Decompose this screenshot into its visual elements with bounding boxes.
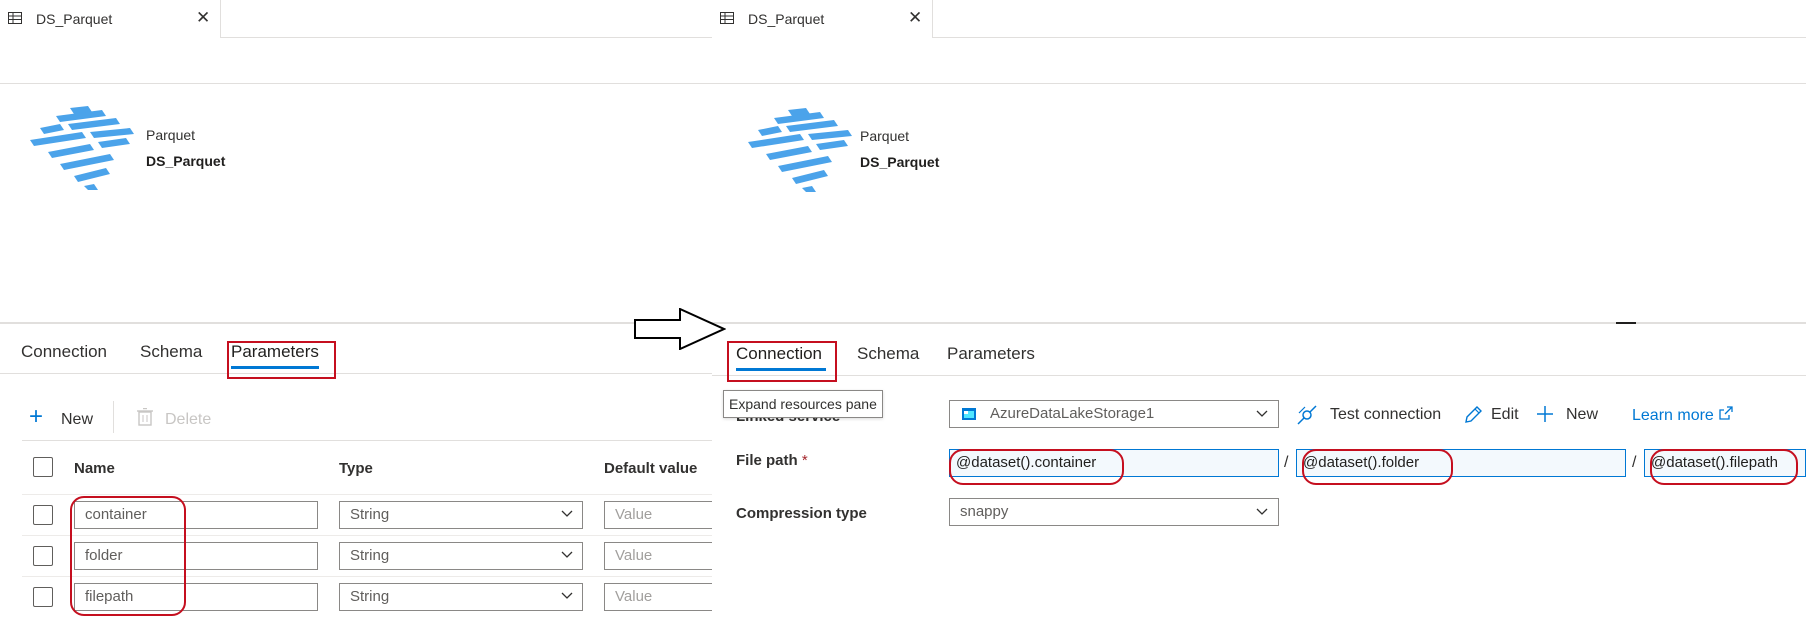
delete-icon xyxy=(137,408,153,426)
compression-type-value: snappy xyxy=(960,503,1009,520)
left-dataset-pane: DS_Parquet ✕ Parquet DS_Parquet Connecti… xyxy=(0,0,712,624)
dataset-type-label: Parquet xyxy=(146,127,196,143)
document-tab-title: DS_Parquet xyxy=(36,11,113,27)
test-connection-icon xyxy=(1297,405,1317,425)
divider xyxy=(0,83,712,84)
divider xyxy=(932,37,1806,38)
divider xyxy=(22,440,712,441)
path-separator: / xyxy=(1632,454,1637,471)
default-value-input[interactable]: Value xyxy=(604,501,712,529)
file-path-label-text: File path xyxy=(736,452,798,469)
external-link-icon xyxy=(1719,406,1733,420)
chevron-down-icon xyxy=(1256,508,1268,515)
pane-splitter[interactable] xyxy=(0,322,712,324)
default-value-input[interactable]: Value xyxy=(604,542,712,570)
divider xyxy=(712,375,1806,376)
linked-service-select[interactable]: AzureDataLakeStorage1 xyxy=(949,400,1279,428)
default-value-input[interactable]: Value xyxy=(604,583,712,611)
delete-button[interactable]: Delete xyxy=(165,411,211,429)
new-button[interactable]: New xyxy=(61,411,93,429)
annotation-box xyxy=(727,341,837,382)
document-tab-title: DS_Parquet xyxy=(748,11,825,27)
document-tab[interactable]: DS_Parquet ✕ xyxy=(712,0,933,37)
close-icon[interactable]: ✕ xyxy=(196,8,210,28)
close-icon[interactable]: ✕ xyxy=(908,8,922,28)
storage-icon xyxy=(962,408,976,420)
chevron-down-icon xyxy=(561,592,573,599)
file-path-label: File path * xyxy=(736,452,808,469)
plus-icon xyxy=(1537,406,1553,422)
row-checkbox[interactable] xyxy=(33,587,53,607)
dataset-name: DS_Parquet xyxy=(146,153,226,169)
edit-icon xyxy=(1465,406,1482,423)
divider xyxy=(220,37,712,38)
tooltip: Expand resources pane xyxy=(723,390,883,418)
edit-button[interactable]: Edit xyxy=(1491,406,1519,424)
compression-type-label: Compression type xyxy=(736,505,867,522)
annotation-oval xyxy=(1650,449,1798,485)
dataset-type-label: Parquet xyxy=(860,128,910,144)
parameter-type-value: String xyxy=(350,506,390,523)
new-linked-service-button[interactable]: New xyxy=(1566,406,1598,424)
divider xyxy=(712,83,1806,84)
parameter-type-value: String xyxy=(350,588,390,605)
tab-schema[interactable]: Schema xyxy=(857,344,919,364)
annotation-box xyxy=(227,341,336,379)
arrow-right-icon xyxy=(634,308,726,350)
divider xyxy=(22,494,712,495)
toolbar-separator xyxy=(113,401,114,433)
annotation-oval xyxy=(949,449,1124,485)
row-checkbox[interactable] xyxy=(33,505,53,525)
annotation-oval xyxy=(1302,449,1453,485)
tab-connection[interactable]: Connection xyxy=(21,342,107,362)
compression-type-select[interactable]: snappy xyxy=(949,498,1279,526)
document-tab[interactable]: DS_Parquet ✕ xyxy=(0,0,221,37)
row-checkbox[interactable] xyxy=(33,546,53,566)
test-connection-button[interactable]: Test connection xyxy=(1330,406,1441,424)
tab-parameters[interactable]: Parameters xyxy=(947,344,1035,364)
table-icon xyxy=(720,12,734,24)
dataset-name: DS_Parquet xyxy=(860,154,940,170)
parameter-type-select[interactable]: String xyxy=(339,501,583,529)
linked-service-value: AzureDataLakeStorage1 xyxy=(990,405,1155,422)
minimize-icon[interactable] xyxy=(1616,322,1636,324)
chevron-down-icon xyxy=(561,551,573,558)
learn-more-link[interactable]: Learn more xyxy=(1632,407,1714,425)
right-dataset-pane: DS_Parquet ✕ Parquet DS_Parquet Connecti… xyxy=(712,0,1806,624)
parameter-type-select[interactable]: String xyxy=(339,583,583,611)
required-marker: * xyxy=(801,452,808,469)
path-separator: / xyxy=(1284,454,1289,471)
parameter-type-select[interactable]: String xyxy=(339,542,583,570)
annotation-oval xyxy=(70,496,186,616)
parameter-type-value: String xyxy=(350,547,390,564)
tab-schema[interactable]: Schema xyxy=(140,342,202,362)
select-all-checkbox[interactable] xyxy=(33,457,53,477)
pane-splitter[interactable] xyxy=(712,322,1806,324)
chevron-down-icon xyxy=(561,510,573,517)
parquet-logo-icon xyxy=(30,106,134,190)
plus-icon: + xyxy=(29,403,44,430)
column-header-type: Type xyxy=(339,460,373,477)
chevron-down-icon xyxy=(1256,410,1268,417)
column-header-name: Name xyxy=(74,460,115,477)
parquet-logo-icon xyxy=(748,108,852,192)
table-icon xyxy=(8,12,22,24)
column-header-default: Default value xyxy=(604,460,698,477)
divider xyxy=(0,373,712,374)
